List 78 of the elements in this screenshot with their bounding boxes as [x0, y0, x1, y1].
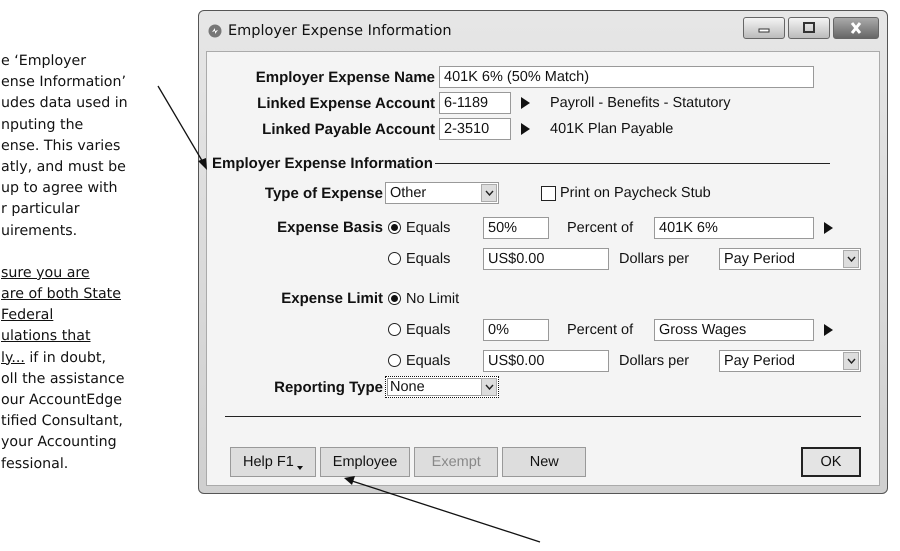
chevron-down-icon — [484, 384, 494, 390]
unit-label: Percent of — [567, 220, 634, 236]
radio-label: Equals — [406, 250, 450, 266]
maximize-button[interactable] — [788, 17, 830, 39]
annotation-text: your Accounting — [1, 433, 118, 452]
close-icon — [849, 22, 863, 34]
account-field[interactable]: 2-3510 — [439, 118, 511, 140]
annotation-text: uirements. — [1, 222, 78, 241]
action-button[interactable]: New — [502, 447, 586, 477]
annotation-text: fessional. — [1, 454, 70, 474]
unit-label: Percent of — [567, 322, 634, 338]
annotation-text: e ‘Employer — [1, 52, 88, 71]
window-title: Employer Expense Information — [228, 23, 453, 39]
value-field[interactable]: US$0.00 — [483, 248, 609, 270]
close-button[interactable] — [833, 17, 879, 39]
arrow-icon[interactable] — [824, 222, 833, 234]
target-field[interactable]: Gross Wages — [654, 318, 814, 340]
field-label: Type of Expense — [264, 184, 383, 202]
radio-label: Equals — [406, 352, 450, 368]
radio-label: No Limit — [406, 290, 460, 306]
annotation-text: ulations that — [1, 327, 92, 346]
unit-label: Dollars per — [619, 352, 690, 368]
ok-button[interactable]: OK — [801, 447, 861, 477]
dropdown[interactable]: Other — [385, 182, 499, 204]
checkbox-label: Print on Paycheck Stub — [560, 185, 711, 201]
dropdown[interactable]: None — [385, 376, 499, 398]
arrow-icon[interactable] — [521, 97, 530, 109]
radio-label: Equals — [406, 322, 450, 338]
annotation-text: udes data used in — [1, 94, 129, 114]
annotation-text: tified Consultant, — [1, 412, 124, 432]
field-label: Reporting Type — [273, 378, 383, 396]
arrow-icon[interactable] — [824, 324, 833, 336]
checkbox[interactable] — [541, 186, 556, 200]
annotation-text: nputing the — [1, 116, 84, 135]
value-field[interactable]: 50% — [483, 216, 549, 238]
arrow-icon[interactable] — [521, 123, 530, 135]
minimize-button[interactable] — [743, 17, 785, 39]
annotation-text: ense. This varies — [1, 136, 122, 156]
chevron-down-icon — [846, 358, 856, 364]
annotation-text: ly... — [1, 350, 25, 366]
annotation-text: up to agree with — [1, 179, 119, 198]
field-label: Expense Limit — [280, 290, 383, 307]
dropdown[interactable]: Pay Period — [719, 350, 861, 372]
account-field[interactable]: 6-1189 — [439, 92, 511, 114]
radio-button[interactable] — [388, 354, 401, 367]
annotation-text: are of both State — [1, 285, 122, 304]
value-field[interactable]: 0% — [483, 318, 549, 340]
action-button[interactable]: Employee — [320, 447, 410, 477]
field-label: Expense Basis — [276, 219, 383, 236]
field-label: Linked Payable Account — [261, 120, 435, 138]
annotation-text: r particular — [1, 200, 81, 220]
section-title: Employer Expense Information — [212, 154, 433, 172]
annotation-text: Federal — [1, 306, 54, 326]
radio-button[interactable] — [388, 252, 401, 265]
dropdown[interactable]: Pay Period — [719, 248, 861, 270]
radio-button[interactable] — [388, 323, 401, 336]
account-name: Payroll - Benefits - Statutory — [550, 95, 731, 111]
field-label: Linked Expense Account — [256, 94, 435, 112]
annotation-text: if in doubt, — [28, 350, 106, 366]
radio-button[interactable] — [388, 292, 401, 305]
action-button[interactable]: Help F1 — [230, 447, 316, 477]
app-icon — [208, 24, 222, 38]
field-label: Employer Expense Name — [254, 68, 435, 86]
annotation-text: ense Information’ — [1, 73, 127, 92]
unit-label: Dollars per — [619, 250, 690, 266]
annotation-text: oll the assistance — [1, 370, 126, 389]
annotation-text: atly, and must be — [1, 158, 127, 178]
annotation-text: sure you are — [1, 264, 91, 283]
account-name: 401K Plan Payable — [550, 121, 674, 137]
chevron-down-icon — [846, 256, 856, 262]
chevron-down-icon — [484, 190, 494, 196]
maximize-icon — [802, 22, 816, 34]
value-field[interactable]: US$0.00 — [483, 350, 609, 372]
radio-button[interactable] — [388, 221, 401, 234]
annotation-text: our AccountEdge — [1, 391, 124, 410]
name-field[interactable]: 401K 6% (50% Match) — [439, 66, 814, 88]
target-field[interactable]: 401K 6% — [654, 216, 814, 238]
radio-label: Equals — [406, 220, 450, 236]
